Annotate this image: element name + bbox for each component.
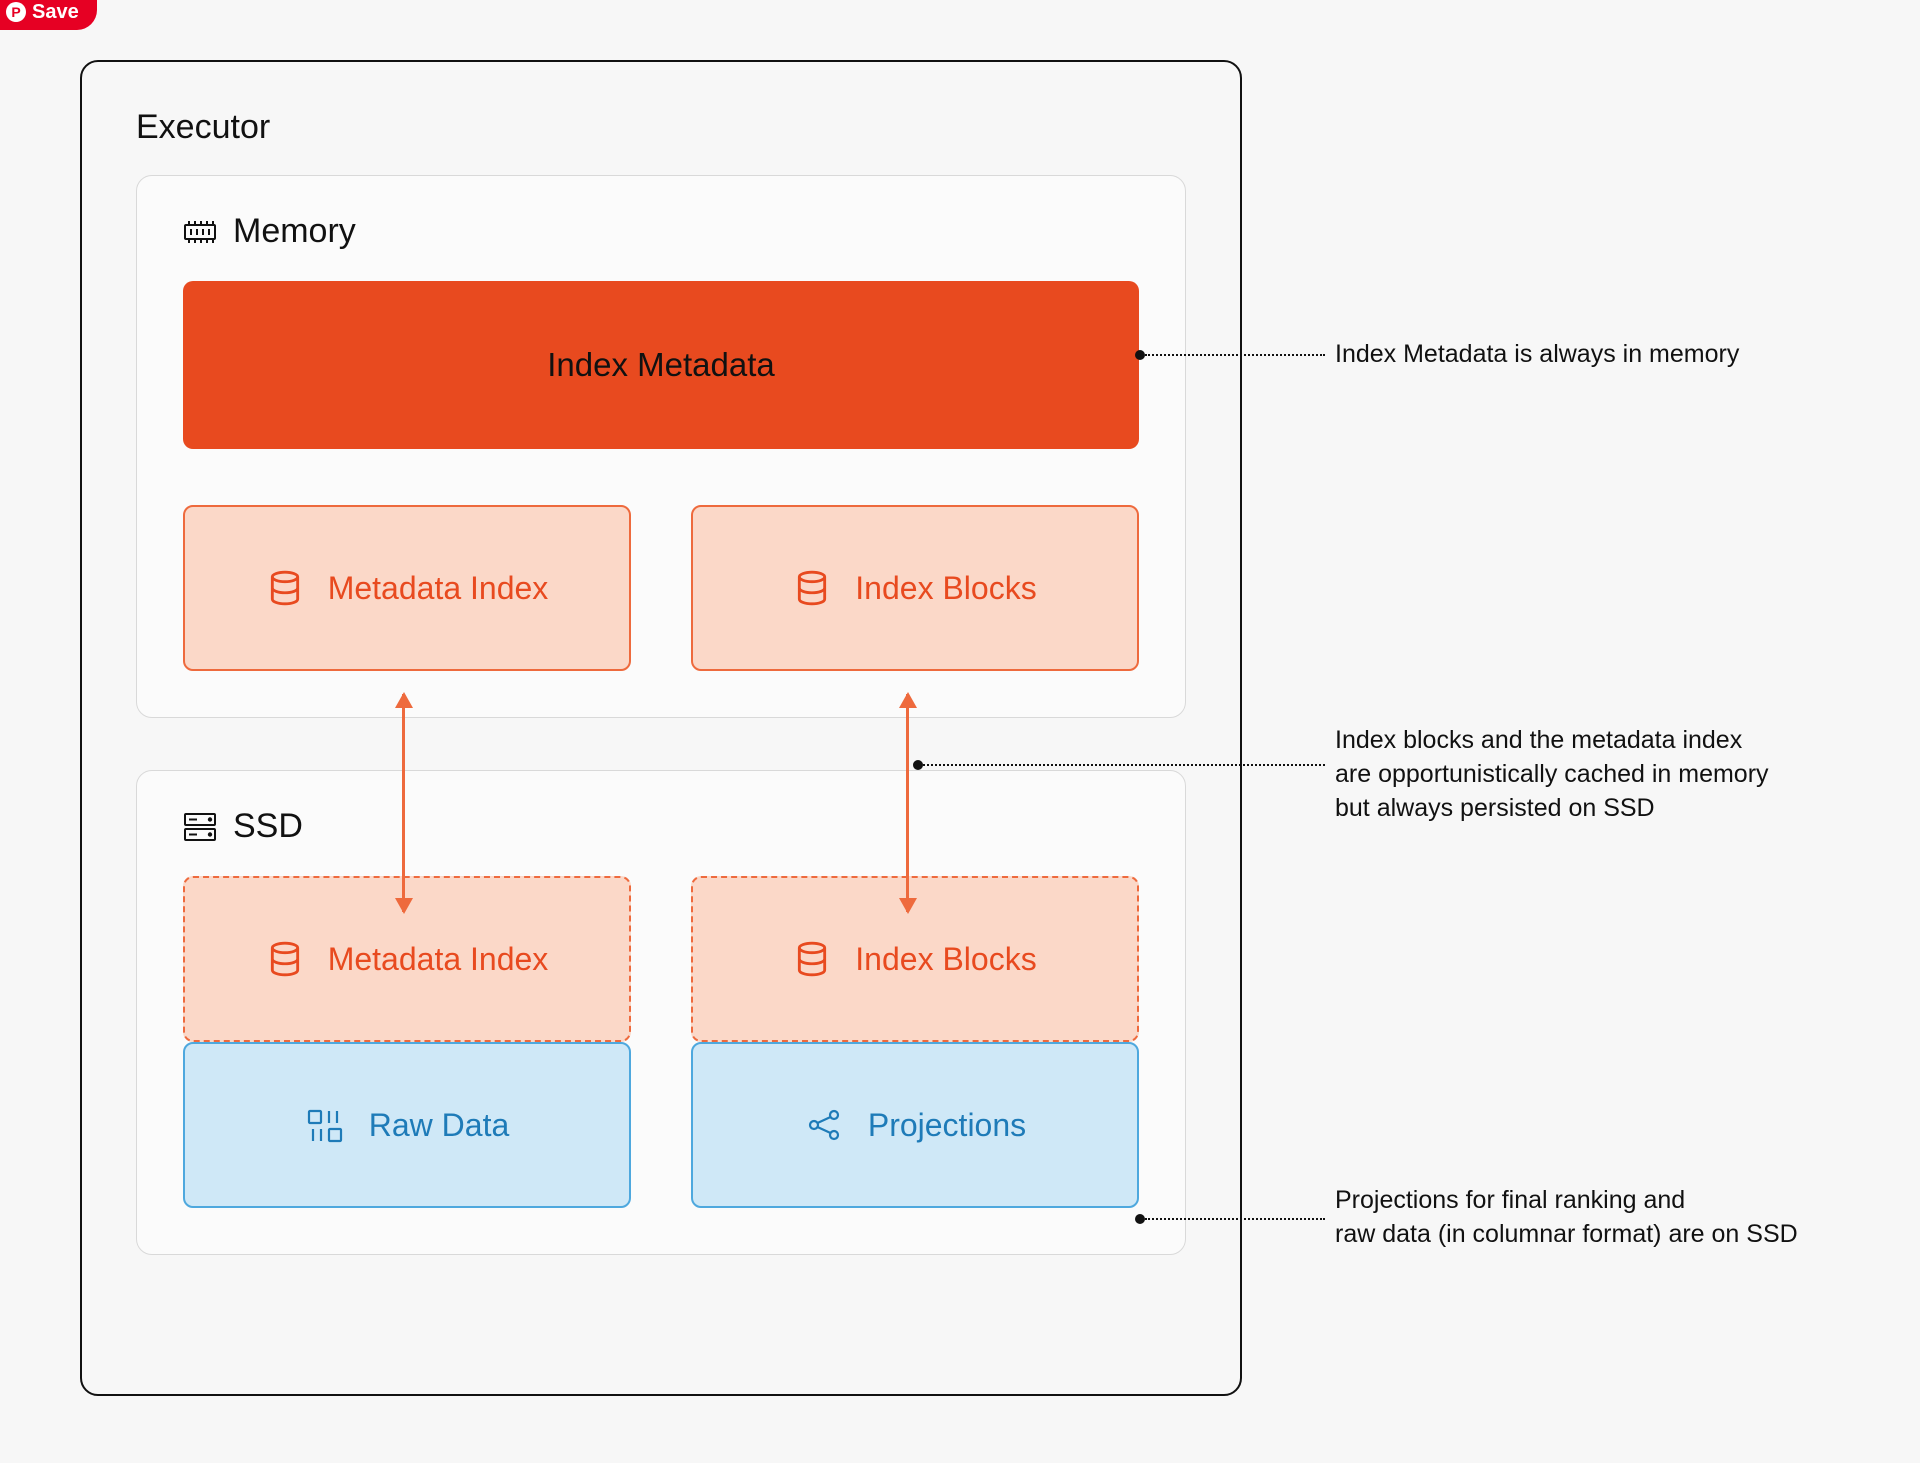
connector-dot xyxy=(913,760,923,770)
graph-icon xyxy=(804,1107,844,1143)
annotation-3: Projections for final ranking and raw da… xyxy=(1335,1184,1798,1252)
memory-metadata-index-card: Metadata Index xyxy=(183,505,631,671)
memory-title: Memory xyxy=(233,212,356,251)
binary-icon xyxy=(305,1107,345,1143)
connector-line xyxy=(923,764,1325,766)
database-icon xyxy=(793,569,831,607)
database-icon xyxy=(266,940,304,978)
memory-metadata-index-label: Metadata Index xyxy=(328,570,549,607)
connector-dot xyxy=(1135,1214,1145,1224)
sync-arrow-right xyxy=(906,694,909,912)
diagram-canvas: Executor Memory xyxy=(80,60,1900,1440)
annotation-1: Index Metadata is always in memory xyxy=(1335,338,1739,372)
pinterest-save-button[interactable]: P Save xyxy=(0,0,97,30)
connector-dot xyxy=(1135,350,1145,360)
pinterest-label: Save xyxy=(32,1,79,24)
memory-index-blocks-card: Index Blocks xyxy=(691,505,1139,671)
annotation-2: Index blocks and the metadata index are … xyxy=(1335,724,1769,825)
executor-container: Executor Memory xyxy=(80,60,1242,1396)
database-icon xyxy=(266,569,304,607)
pinterest-icon: P xyxy=(6,2,26,22)
index-metadata-box: Index Metadata xyxy=(183,281,1139,449)
connector-line xyxy=(1145,1218,1325,1220)
raw-data-label: Raw Data xyxy=(369,1107,510,1144)
ssd-metadata-index-label: Metadata Index xyxy=(328,941,549,978)
projections-card: Projections xyxy=(691,1042,1139,1208)
executor-title: Executor xyxy=(136,108,1186,147)
ssd-index-blocks-label: Index Blocks xyxy=(855,941,1036,978)
index-metadata-label: Index Metadata xyxy=(547,346,775,384)
ssd-tier: SSD Metadata Index xyxy=(136,770,1186,1255)
sync-arrow-left xyxy=(402,694,405,912)
memory-tier: Memory Index Metadata Metadata Index xyxy=(136,175,1186,718)
ssd-icon xyxy=(183,812,217,842)
memory-index-blocks-label: Index Blocks xyxy=(855,570,1036,607)
projections-label: Projections xyxy=(868,1107,1026,1144)
ssd-title: SSD xyxy=(233,807,303,846)
database-icon xyxy=(793,940,831,978)
raw-data-card: Raw Data xyxy=(183,1042,631,1208)
connector-line xyxy=(1145,354,1325,356)
memory-icon xyxy=(183,219,217,245)
